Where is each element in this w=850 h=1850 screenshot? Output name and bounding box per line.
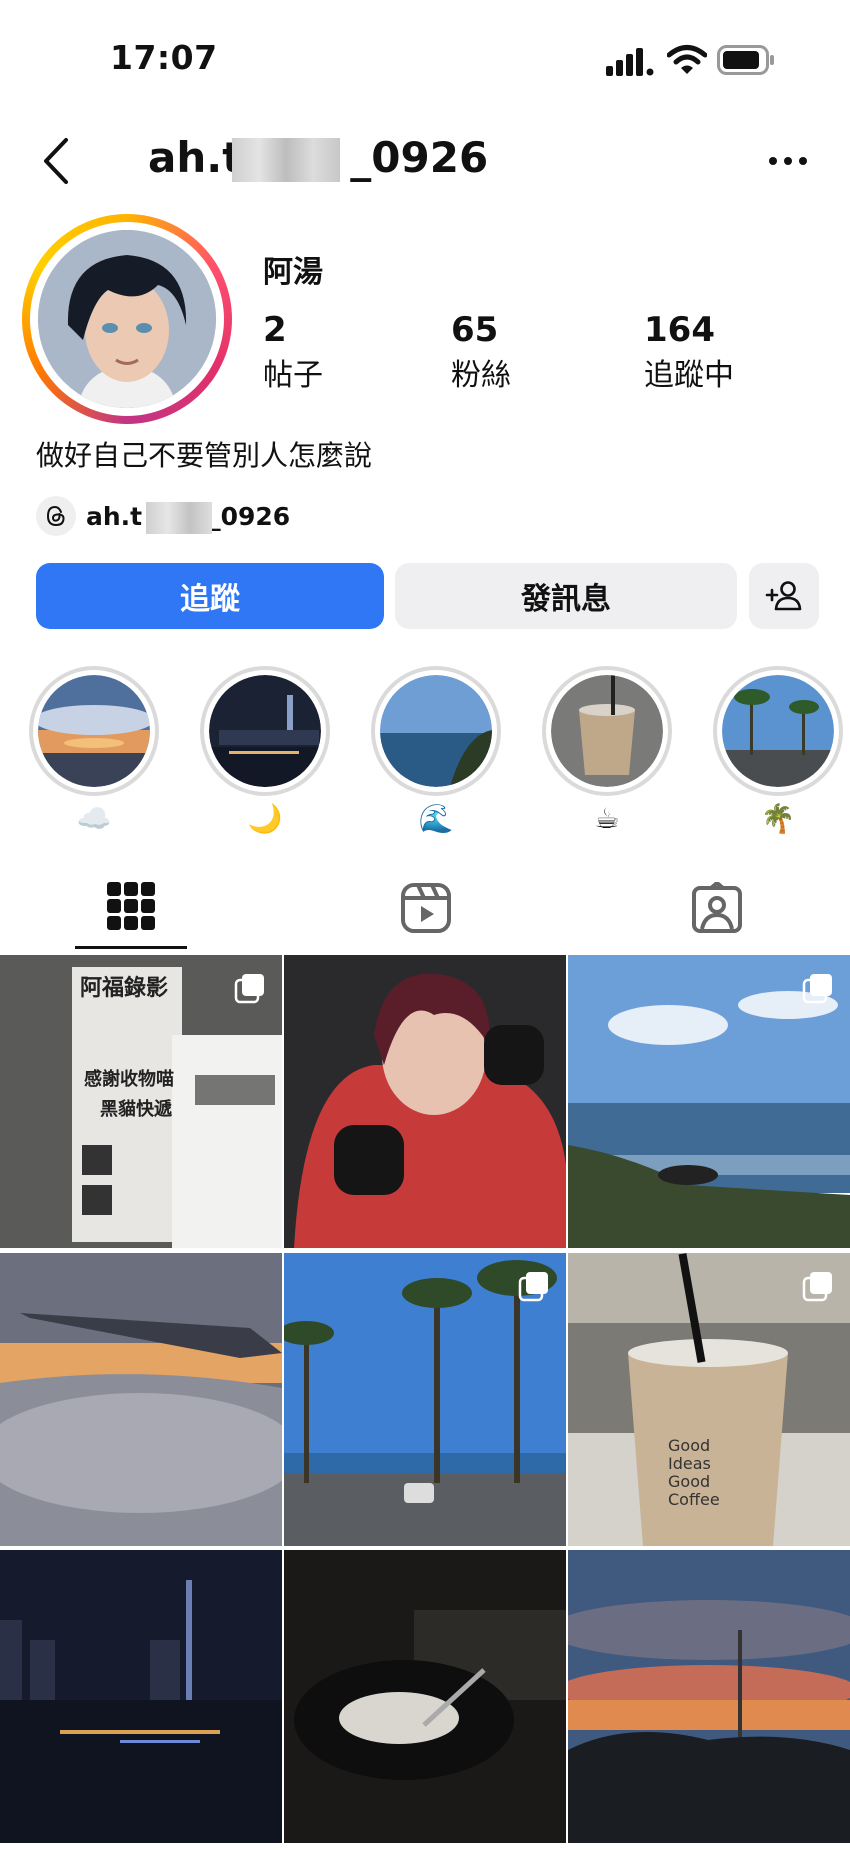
grid-post-4[interactable] bbox=[0, 1253, 282, 1546]
handle-redaction-blur bbox=[232, 138, 340, 182]
stat-posts-label: 帖子 bbox=[263, 358, 323, 393]
post-8-image bbox=[284, 1550, 566, 1843]
highlight-wave-thumb bbox=[380, 675, 492, 787]
back-arrow-icon[interactable] bbox=[40, 136, 72, 186]
display-name: 阿湯 bbox=[263, 255, 323, 290]
cup-text-1: Good bbox=[668, 1436, 710, 1455]
multi-photo-icon bbox=[802, 1272, 832, 1302]
highlight-moon-label: 🌙 bbox=[247, 802, 283, 835]
threads-redaction-blur bbox=[146, 502, 212, 534]
bio: 做好自己不要管別人怎麼說 bbox=[36, 439, 373, 472]
highlight-wave[interactable] bbox=[371, 666, 501, 796]
stat-followers-label: 粉絲 bbox=[451, 358, 511, 393]
cup-text-2: Ideas bbox=[668, 1454, 711, 1473]
multi-photo-icon bbox=[234, 974, 264, 1004]
threads-handle-prefix: ah.t bbox=[86, 502, 143, 531]
tagged-icon[interactable] bbox=[691, 882, 743, 934]
grid-post-3[interactable] bbox=[568, 955, 850, 1248]
stat-posts[interactable]: 2 帖子 bbox=[263, 310, 323, 394]
follow-button[interactable]: 追蹤 bbox=[36, 563, 384, 629]
highlight-clouds-label: ☁️ bbox=[76, 802, 112, 835]
more-options-icon[interactable] bbox=[768, 155, 808, 167]
grid-post-2[interactable] bbox=[284, 955, 566, 1248]
cup-text-3: Good bbox=[668, 1472, 710, 1491]
highlight-palm[interactable] bbox=[713, 666, 843, 796]
stat-following-label: 追蹤中 bbox=[644, 358, 734, 393]
post-4-image bbox=[0, 1253, 282, 1546]
grid-post-8[interactable] bbox=[284, 1550, 566, 1843]
avatar-illustration bbox=[38, 230, 216, 408]
reels-icon[interactable] bbox=[400, 882, 452, 934]
grid-post-9[interactable] bbox=[568, 1550, 850, 1843]
multi-photo-icon bbox=[802, 974, 832, 1004]
stat-following[interactable]: 164 追蹤中 bbox=[644, 310, 734, 394]
stat-following-value: 164 bbox=[644, 310, 715, 350]
grid-post-6[interactable]: Good Ideas Good Coffee bbox=[568, 1253, 850, 1546]
grid-post-7[interactable] bbox=[0, 1550, 282, 1843]
message-button[interactable]: 發訊息 bbox=[395, 563, 737, 629]
status-time: 17:07 bbox=[110, 38, 218, 77]
multi-photo-icon bbox=[518, 1272, 548, 1302]
handle-prefix: ah.t bbox=[148, 133, 243, 182]
battery-icon bbox=[717, 45, 774, 75]
highlight-moon[interactable] bbox=[200, 666, 330, 796]
post-1-text-3: 黑貓快遞 bbox=[100, 1098, 173, 1120]
add-person-icon bbox=[765, 581, 802, 611]
post-9-image bbox=[568, 1550, 850, 1843]
highlight-wave-label: 🌊 bbox=[418, 802, 454, 835]
threads-icon bbox=[46, 505, 65, 527]
highlight-coffee-label: ☕ bbox=[594, 802, 620, 835]
stat-posts-value: 2 bbox=[263, 310, 287, 350]
stat-followers[interactable]: 65 粉絲 bbox=[451, 310, 511, 394]
stat-followers-value: 65 bbox=[451, 310, 499, 350]
cellular-signal-icon bbox=[606, 48, 654, 76]
post-1-text-1: 阿福錄影 bbox=[80, 975, 168, 1001]
highlight-coffee[interactable] bbox=[542, 666, 672, 796]
posts-grid-icon[interactable] bbox=[105, 880, 157, 932]
highlight-clouds[interactable] bbox=[29, 666, 159, 796]
highlight-palm-label: 🌴 bbox=[760, 802, 796, 835]
handle-suffix: _0926 bbox=[350, 133, 489, 182]
highlight-palm-thumb bbox=[722, 675, 834, 787]
grid-post-1[interactable]: 阿福錄影 感謝收物喵 黑貓快遞 bbox=[0, 955, 282, 1248]
wifi-icon bbox=[667, 45, 707, 74]
cup-text-4: Coffee bbox=[668, 1490, 720, 1509]
highlight-clouds-thumb bbox=[38, 675, 150, 787]
grid-post-5[interactable] bbox=[284, 1253, 566, 1546]
post-7-image bbox=[0, 1550, 282, 1843]
avatar[interactable] bbox=[38, 230, 216, 408]
threads-handle-suffix: _0926 bbox=[208, 502, 291, 531]
highlight-coffee-thumb bbox=[551, 675, 663, 787]
active-tab-indicator bbox=[75, 946, 187, 949]
post-2-image bbox=[284, 955, 566, 1248]
highlight-moon-thumb bbox=[209, 675, 321, 787]
suggest-people-button[interactable] bbox=[749, 563, 819, 629]
post-1-text-2: 感謝收物喵 bbox=[84, 1068, 174, 1090]
